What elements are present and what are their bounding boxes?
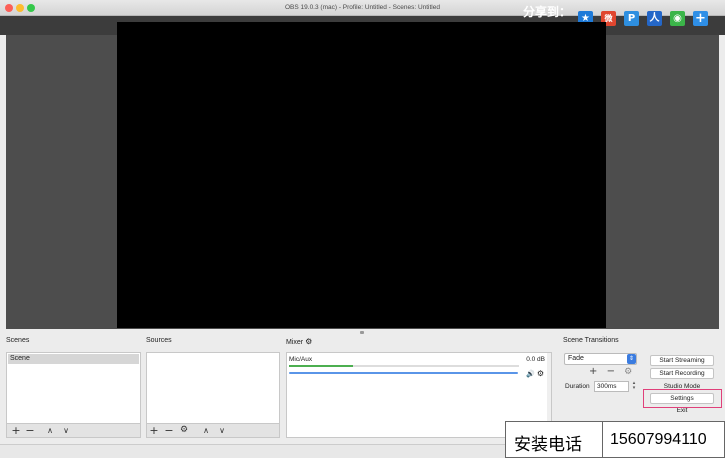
remove-source-button[interactable]: − bbox=[163, 424, 175, 437]
scenes-toolbar: + − ∧ ∨ bbox=[7, 423, 140, 437]
scene-transitions-label: Scene Transitions bbox=[563, 337, 619, 344]
phone-label: 安装电话 bbox=[514, 435, 582, 455]
move-up-button[interactable]: ∧ bbox=[200, 424, 212, 437]
more-icon[interactable]: + bbox=[693, 11, 708, 26]
move-down-button[interactable]: ∨ bbox=[60, 424, 72, 437]
sources-list[interactable]: + − ⚙ ∧ ∨ bbox=[146, 352, 280, 438]
gear-icon[interactable]: ⚙ bbox=[624, 367, 632, 377]
duration-label: Duration bbox=[565, 383, 590, 390]
scenes-list[interactable]: Scene + − ∧ ∨ bbox=[6, 352, 141, 438]
sources-toolbar: + − ⚙ ∧ ∨ bbox=[147, 423, 279, 437]
list-item[interactable]: Scene bbox=[8, 354, 139, 364]
transition-tools: + − ⚙ bbox=[589, 366, 632, 377]
move-down-button[interactable]: ∨ bbox=[216, 424, 228, 437]
phone-number: 15607994110 bbox=[610, 431, 707, 448]
renren-icon[interactable]: 人 bbox=[647, 11, 662, 26]
window-title: OBS 19.0.3 (mac) - Profile: Untitled - S… bbox=[285, 4, 440, 11]
duration-stepper[interactable]: ▴ ▾ bbox=[631, 381, 637, 392]
remove-transition-button[interactable]: − bbox=[607, 366, 615, 377]
volume-meter-fill bbox=[289, 365, 354, 367]
mixer-label-text: Mixer bbox=[286, 339, 304, 346]
move-up-button[interactable]: ∧ bbox=[44, 424, 56, 437]
gear-icon[interactable]: ⚙ bbox=[178, 424, 190, 437]
phone-banner: 安装电话 15607994110 bbox=[505, 421, 725, 458]
channel-db: 0.0 dB bbox=[526, 356, 545, 363]
scenes-label: Scenes bbox=[6, 337, 30, 344]
p-icon[interactable]: P bbox=[624, 11, 639, 26]
add-transition-button[interactable]: + bbox=[589, 366, 597, 377]
duration-input[interactable]: 300ms bbox=[594, 381, 629, 392]
transition-select[interactable]: Fade ⇕ bbox=[564, 353, 637, 365]
mixer-label: Mixer ⚙ bbox=[286, 337, 312, 346]
title-bar: OBS 19.0.3 (mac) - Profile: Untitled - S… bbox=[0, 0, 725, 16]
sources-label: Sources bbox=[146, 337, 172, 344]
add-source-button[interactable]: + bbox=[148, 424, 160, 437]
start-recording-button[interactable]: Start Recording bbox=[650, 368, 714, 379]
gear-icon[interactable]: ⚙ bbox=[537, 369, 544, 378]
chevron-updown-icon: ⇕ bbox=[627, 354, 636, 364]
gear-icon[interactable]: ⚙ bbox=[305, 337, 312, 346]
preview-canvas[interactable] bbox=[117, 22, 606, 328]
channel-name: Mic/Aux bbox=[289, 356, 313, 363]
speaker-icon[interactable]: 🔊 bbox=[526, 370, 535, 378]
share-label: 分享到： bbox=[523, 5, 572, 19]
volume-meter bbox=[289, 365, 519, 367]
mixer-controls: 🔊 ⚙ bbox=[526, 369, 544, 378]
remove-scene-button[interactable]: − bbox=[24, 424, 36, 437]
transition-select-value: Fade bbox=[568, 355, 584, 362]
volume-slider[interactable] bbox=[289, 372, 518, 374]
add-scene-button[interactable]: + bbox=[10, 424, 22, 437]
splitter-handle[interactable] bbox=[360, 331, 364, 334]
settings-highlight bbox=[643, 389, 722, 408]
wechat-icon[interactable]: ◉ bbox=[670, 11, 685, 26]
divider bbox=[602, 422, 603, 457]
start-streaming-button[interactable]: Start Streaming bbox=[650, 355, 714, 366]
